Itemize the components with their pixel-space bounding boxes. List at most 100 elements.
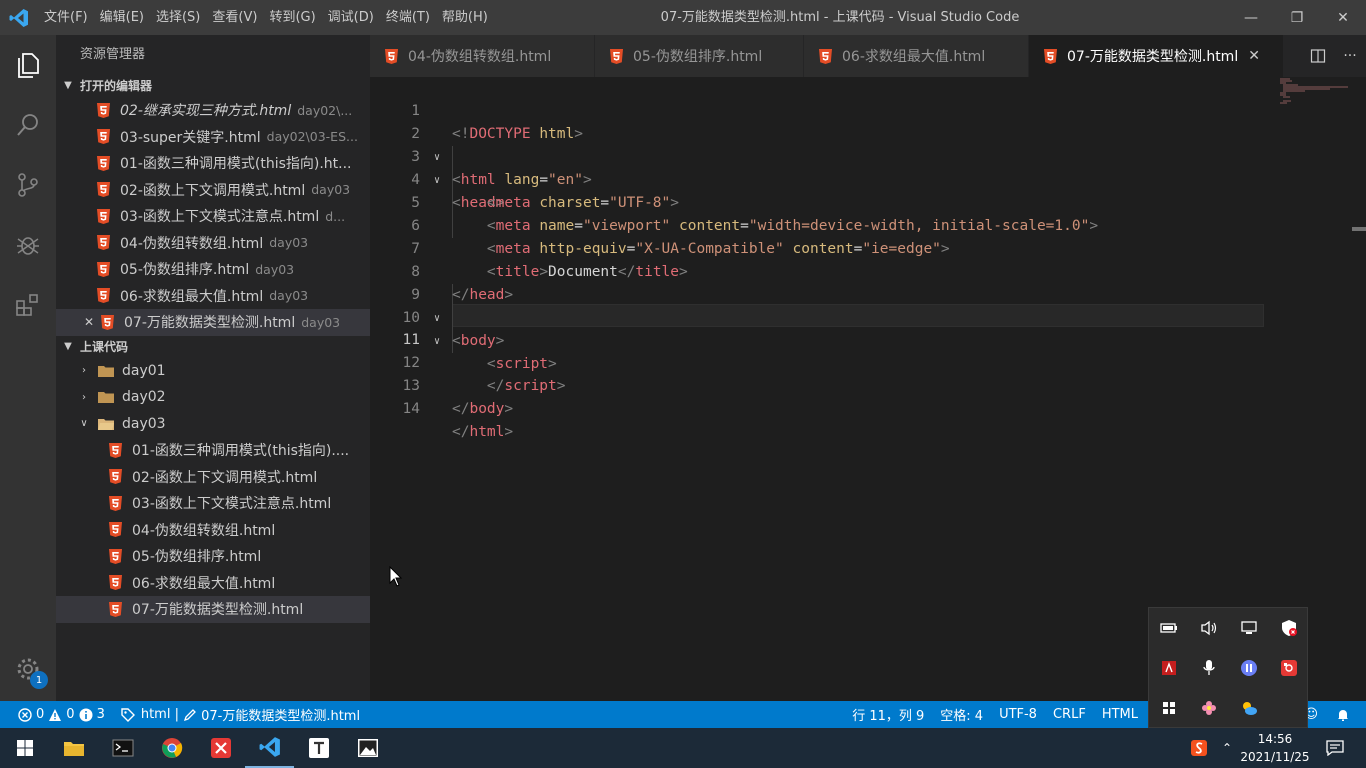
- menu-edit[interactable]: 编辑(E): [94, 0, 150, 35]
- network-icon[interactable]: [1237, 616, 1261, 640]
- warning-icon: [49, 708, 62, 721]
- breadcrumb[interactable]: html | 07-万能数据类型检测.html: [113, 701, 368, 728]
- bell-icon[interactable]: [1328, 701, 1358, 728]
- open-editor-item[interactable]: 01-函数三种调用模式(this指向).ht...: [56, 150, 370, 177]
- microphone-icon[interactable]: [1197, 656, 1221, 680]
- menu-go[interactable]: 转到(G): [263, 0, 321, 35]
- security-shield-icon[interactable]: [1277, 616, 1301, 640]
- open-editor-item[interactable]: ✕ 07-万能数据类型检测.html day03: [56, 309, 370, 336]
- open-editor-item[interactable]: 04-伪数组转数组.html day03: [56, 230, 370, 257]
- open-editor-item[interactable]: 03-函数上下文模式注意点.html d...: [56, 203, 370, 230]
- split-editor-icon[interactable]: [1302, 35, 1334, 77]
- minimize-icon[interactable]: —: [1228, 0, 1274, 35]
- volume-icon[interactable]: [1197, 616, 1221, 640]
- indentation[interactable]: 空格: 4: [932, 701, 991, 728]
- chevron-right-icon: ›: [82, 365, 86, 377]
- chrome-icon[interactable]: [147, 728, 196, 768]
- encoding[interactable]: UTF-8: [991, 701, 1045, 728]
- extensions-icon[interactable]: [0, 275, 56, 335]
- clock-time: 14:56: [1257, 732, 1293, 746]
- flower-icon[interactable]: [1197, 696, 1221, 720]
- file-item[interactable]: 02-函数上下文调用模式.html: [56, 464, 370, 491]
- menu-debug[interactable]: 调试(D): [322, 0, 380, 35]
- menu-file[interactable]: 文件(F): [38, 0, 94, 35]
- windows-start-icon[interactable]: [0, 728, 49, 768]
- file-item[interactable]: 05-伪数组排序.html: [56, 543, 370, 570]
- folder-item[interactable]: ∨ day03: [56, 411, 370, 438]
- image-viewer-icon[interactable]: [343, 728, 392, 768]
- search-icon[interactable]: [0, 95, 56, 155]
- close-icon[interactable]: ✕: [82, 315, 96, 329]
- open-editor-item[interactable]: 02-继承实现三种方式.html day02\...: [56, 97, 370, 124]
- open-editor-item[interactable]: 02-函数上下文调用模式.html day03: [56, 177, 370, 204]
- window-controls: — ❐ ✕: [1228, 0, 1366, 35]
- taskbar-clock[interactable]: 14:56 2021/11/25: [1240, 730, 1310, 766]
- code-line-14: 14 </html>: [402, 401, 514, 440]
- language-mode[interactable]: HTML: [1094, 701, 1146, 728]
- vscode-logo-icon[interactable]: [0, 0, 38, 35]
- open-editor-item[interactable]: 03-super关键字.html day02\03-ES...: [56, 124, 370, 151]
- file-name: 05-伪数组排序.html: [132, 549, 262, 566]
- xmind-icon[interactable]: [196, 728, 245, 768]
- menu-view[interactable]: 查看(V): [206, 0, 263, 35]
- folder-name: day02: [122, 389, 166, 406]
- file-item[interactable]: 01-函数三种调用模式(this指向)....: [56, 437, 370, 464]
- explorer-icon[interactable]: [0, 35, 56, 95]
- cursor-position[interactable]: 行 11，列 9: [844, 701, 932, 728]
- file-item[interactable]: 07-万能数据类型检测.html: [56, 596, 370, 623]
- folder-item[interactable]: › day02: [56, 384, 370, 411]
- file-item[interactable]: 06-求数组最大值.html: [56, 570, 370, 597]
- editor-scrollbar[interactable]: [1352, 227, 1366, 231]
- html5-icon: [96, 235, 110, 251]
- restore-icon[interactable]: ❐: [1274, 0, 1320, 35]
- close-window-icon[interactable]: ✕: [1320, 0, 1366, 35]
- open-editors-header[interactable]: ▼ 打开的编辑器: [56, 75, 370, 97]
- file-explorer-icon[interactable]: [49, 728, 98, 768]
- chevron-up-icon[interactable]: ⌃: [1216, 728, 1238, 768]
- tab-07-active[interactable]: 07-万能数据类型检测.html ✕: [1029, 35, 1284, 77]
- vscode-taskbar-icon[interactable]: [245, 728, 294, 768]
- problems-indicator[interactable]: 0 0 3: [0, 701, 113, 728]
- chevron-down-icon: ▼: [64, 340, 72, 352]
- screen-capture-icon[interactable]: [1277, 656, 1301, 680]
- open-editor-name: 02-继承实现三种方式.html: [120, 103, 292, 120]
- pause-record-icon[interactable]: [1237, 656, 1261, 680]
- tab-06[interactable]: 06-求数组最大值.html: [804, 35, 1029, 77]
- code-line-4: 4 <meta charset="UTF-8">: [411, 172, 679, 211]
- action-center-icon[interactable]: [1320, 728, 1350, 768]
- file-item[interactable]: 03-函数上下文模式注意点.html: [56, 490, 370, 517]
- tab-05[interactable]: 05-伪数组排序.html: [595, 35, 804, 77]
- menu-help[interactable]: 帮助(H): [436, 0, 494, 35]
- open-editor-item[interactable]: 05-伪数组排序.html day03: [56, 256, 370, 283]
- folder-item[interactable]: › day01: [56, 358, 370, 385]
- menu-selection[interactable]: 选择(S): [150, 0, 206, 35]
- file-name: 01-函数三种调用模式(this指向)....: [132, 443, 350, 460]
- html5-icon: [108, 495, 122, 511]
- open-editors-label: 打开的编辑器: [80, 79, 153, 93]
- more-actions-icon[interactable]: ···: [1334, 35, 1366, 77]
- code-line-9: 9 ∨ <body>: [411, 287, 505, 349]
- weather-icon[interactable]: [1237, 696, 1261, 720]
- html5-icon: [96, 182, 110, 198]
- battery-icon[interactable]: [1157, 616, 1181, 640]
- typora-icon[interactable]: [294, 728, 343, 768]
- tab-04[interactable]: 04-伪数组转数组.html: [370, 35, 595, 77]
- html5-icon: [108, 442, 122, 458]
- sogou-ime-icon[interactable]: [1186, 728, 1212, 768]
- app-grid-icon[interactable]: [1157, 696, 1181, 720]
- open-editor-item[interactable]: 06-求数组最大值.html day03: [56, 283, 370, 310]
- debug-icon[interactable]: [0, 215, 56, 275]
- html5-icon: [96, 208, 110, 224]
- adobe-icon[interactable]: [1157, 656, 1181, 680]
- workspace-header[interactable]: ▼ 上课代码: [56, 336, 370, 358]
- edit-icon: [184, 708, 197, 721]
- file-item[interactable]: 04-伪数组转数组.html: [56, 517, 370, 544]
- minimap[interactable]: [1270, 77, 1350, 117]
- menu-terminal[interactable]: 终端(T): [380, 0, 436, 35]
- terminal-icon[interactable]: [98, 728, 147, 768]
- line-ending[interactable]: CRLF: [1045, 701, 1094, 728]
- system-tray-popup: [1148, 607, 1308, 728]
- manage-gear-icon[interactable]: 1: [0, 647, 56, 691]
- close-tab-icon[interactable]: ✕: [1248, 48, 1260, 64]
- source-control-icon[interactable]: [0, 155, 56, 215]
